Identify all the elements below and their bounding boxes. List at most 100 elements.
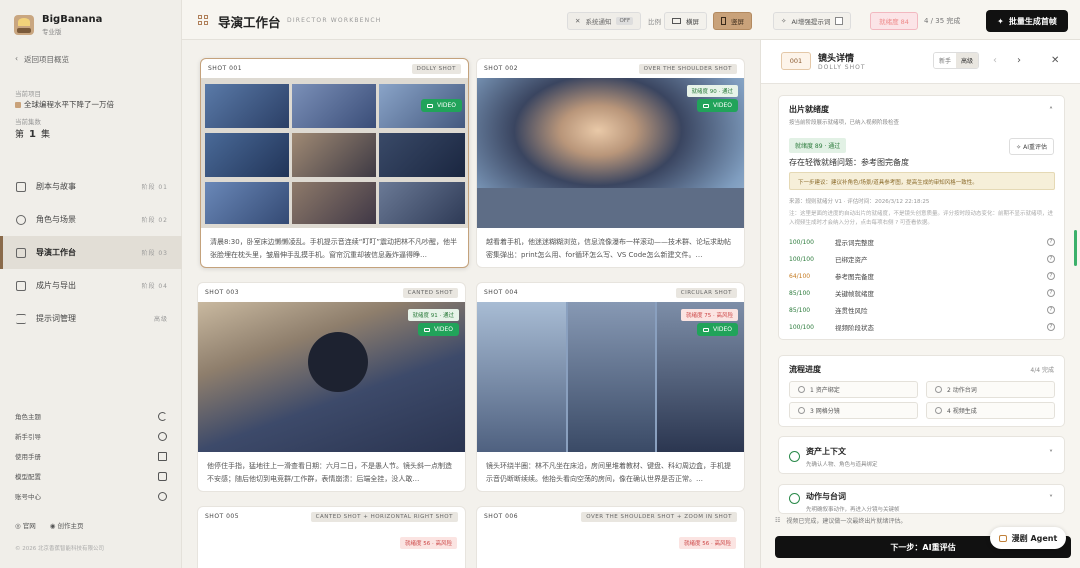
mode-simple-button[interactable]: 新手 [934, 53, 957, 68]
util-theme[interactable]: 角色主题 [15, 411, 167, 421]
shot-card[interactable]: SHOT 002 OVER THE SHOULDER SHOT 就绪度 90 · … [476, 58, 745, 268]
notice-state: OFF [616, 17, 634, 25]
nav-item-export[interactable]: 成片与导出 阶段 04 [0, 269, 182, 302]
episode-prefix: 第 [15, 130, 25, 140]
ai-enhance-toggle[interactable]: ✧ AI增强提示词 [773, 12, 852, 30]
video-badge[interactable]: VIDEO [420, 99, 462, 112]
help-icon[interactable]: ? [1047, 272, 1055, 280]
flow-step[interactable]: 2 动作台词 [926, 381, 1055, 398]
nav-item-director[interactable]: 导演工作台 阶段 03 [0, 236, 182, 269]
agent-button[interactable]: 漫剧 Agent [990, 527, 1066, 549]
shot-card[interactable]: SHOT 003 CANTED SHOT 就绪度 91 · 通过 VIDEO 他停… [197, 282, 466, 492]
util-account[interactable]: 账号中心 [15, 491, 167, 501]
page-title: 导演工作台 [218, 15, 281, 30]
video-badge[interactable]: VIDEO [417, 323, 459, 336]
prev-shot-icon[interactable]: ‹ [993, 55, 997, 66]
asset-context-title: 资产上下文 [806, 447, 846, 456]
util-label: 角色主题 [15, 413, 41, 421]
creator-home-link[interactable]: ◉ 创作主页 [50, 520, 84, 530]
chevron-down-icon[interactable]: ˅ [1049, 449, 1053, 458]
list-icon [16, 313, 26, 324]
readiness-badge: 就绪度 56 · 高风险 [679, 537, 736, 549]
shot-thumbnail-image[interactable]: 就绪度 75 · 高风险 VIDEO [477, 302, 744, 452]
readiness-note: 注：这里是面的进度的自动出片的就绪度，不是镜头创意质量。评分按时段动态变化：前期… [789, 211, 1054, 226]
back-to-overview-link[interactable]: ‹ 返回项目概览 [15, 54, 69, 65]
shot-tag: OVER THE SHOULDER SHOT [638, 63, 737, 74]
shot-thumbnail-image[interactable]: 就绪度 91 · 通过 VIDEO [198, 302, 465, 452]
panel-title: 镜头详情 [818, 54, 855, 64]
util-model-config[interactable]: 模型配置 [15, 471, 167, 481]
page-subtitle: DIRECTOR WORKBENCH [287, 17, 382, 24]
shot-thumbnail-image[interactable]: 就绪度 90 · 通过 VIDEO [477, 78, 744, 228]
next-shot-icon[interactable]: › [1017, 55, 1021, 66]
mode-advanced-button[interactable]: 高级 [956, 53, 979, 68]
ai-enhance-label: AI增强提示词 [791, 18, 831, 26]
sidebar-footer: ◎ 官网 ◉ 创作主页 [15, 520, 84, 530]
chevron-up-icon[interactable]: ˄ [1049, 106, 1053, 115]
grid-icon [198, 15, 208, 25]
portrait-button[interactable]: 竖屏 [713, 12, 752, 30]
action-dialogue-section[interactable]: 动作与台词 先明确叙事动作，再进入分镜与关键帧 ˅ [778, 484, 1065, 514]
util-label: 使用手册 [15, 453, 41, 461]
landscape-button[interactable]: 横屏 [664, 12, 707, 30]
util-manual[interactable]: 使用手册 [15, 451, 167, 461]
banana-logo-icon [14, 15, 34, 35]
flow-step[interactable]: 4 视频生成 [926, 402, 1055, 419]
help-icon[interactable]: ? [1047, 289, 1055, 297]
action-dialogue-subtitle: 先明确叙事动作，再进入分镜与关键帧 [806, 507, 900, 513]
score-label: 视频阶段状态 [835, 324, 874, 332]
shot-card[interactable]: SHOT 005 CANTED SHOT + HORIZONTAL RIGHT S… [197, 506, 466, 568]
chevron-down-icon[interactable]: ˅ [1049, 494, 1053, 503]
help-icon[interactable]: ? [1047, 323, 1055, 331]
video-badge[interactable]: VIDEO [696, 99, 738, 112]
score-value: 100/100 [789, 255, 814, 263]
ai-reevaluate-button[interactable]: ✧ AI重评估 [1009, 138, 1054, 155]
readiness-badge: 就绪度 91 · 通过 [407, 309, 459, 321]
asset-context-subtitle: 先确认人物、角色与道具绑定 [806, 462, 878, 468]
project-name-text: 全球编程水平下降了一万倍 [24, 100, 114, 109]
help-icon[interactable]: ? [1047, 255, 1055, 263]
readiness-section: 出片就绪度 按当前阶段展示就绪项，已纳入视频阶段检查 ˄ 就绪度 89 · 通过… [778, 95, 1065, 340]
nav-item-characters[interactable]: 角色与场景 阶段 02 [0, 203, 182, 236]
shot-detail-panel: 001 镜头详情 DOLLY SHOT 新手 高级 ‹ › ✕ 出片就绪度 按当… [760, 40, 1080, 568]
shot-card[interactable]: SHOT 004 CIRCULAR SHOT 就绪度 75 · 高风险 VIDEO… [476, 282, 745, 492]
system-notice-toggle[interactable]: ✕ 系统通知 OFF [567, 12, 642, 30]
score-value: 85/100 [789, 306, 811, 314]
shot-number: 001 [781, 52, 811, 70]
close-icon[interactable]: ✕ [1051, 55, 1059, 66]
nav-step: 阶段 01 [141, 184, 168, 191]
progress-count: 4 / 35 完成 [924, 17, 961, 25]
readiness-title: 出片就绪度 [789, 105, 829, 114]
check-circle-icon [935, 386, 942, 393]
score-value: 64/100 [789, 272, 811, 280]
ai-enhance-checkbox[interactable] [835, 17, 844, 25]
util-guide[interactable]: 新手引导 [15, 431, 167, 441]
shot-description: 他停住手指，猛地往上一滑查看日期：六月二日，不是愚人节。镜头斜一点制造不安感；随… [207, 462, 452, 483]
video-badge[interactable]: VIDEO [696, 323, 738, 336]
shot-card[interactable]: SHOT 001 DOLLY SHOT VIDEO 清晨8:30，卧室床边懒懒凌乱… [200, 58, 469, 268]
next-step-hint: 下一步建议：建议补角色/场景/道具参考图，提高生成的审知风格一致性。 [789, 172, 1055, 190]
landscape-label: 横屏 [686, 18, 699, 26]
shot-tag: DOLLY SHOT [411, 63, 461, 74]
agent-label: 漫剧 Agent [1011, 533, 1058, 543]
score-value: 100/100 [789, 323, 814, 331]
project-name[interactable]: 全球编程水平下降了一万倍 [15, 99, 114, 110]
info-icon: ☷ [775, 517, 781, 524]
flow-step[interactable]: 3 网格分镜 [789, 402, 918, 419]
panel-scrollbar[interactable] [1074, 230, 1077, 266]
nav-item-script[interactable]: 剧本与故事 阶段 01 [0, 170, 182, 203]
storyboard-grid-image[interactable]: VIDEO [201, 78, 468, 228]
flow-step[interactable]: 1 资产绑定 [789, 381, 918, 398]
help-icon[interactable]: ? [1047, 238, 1055, 246]
batch-generate-button[interactable]: ✦ 批量生成首帧 [986, 10, 1068, 32]
official-site-link[interactable]: ◎ 官网 [15, 520, 36, 530]
asset-context-section[interactable]: 资产上下文 先确认人物、角色与道具绑定 ˅ [778, 436, 1065, 474]
shot-id: SHOT 006 [484, 513, 519, 520]
brand[interactable]: BigBanana 专业版 [14, 14, 102, 36]
shot-card[interactable]: SHOT 006 OVER THE SHOULDER SHOT + ZOOM IN… [476, 506, 745, 568]
nav-item-prompts[interactable]: 提示词管理 高级 [0, 302, 182, 335]
episode-indicator: 第 1 集 [15, 127, 50, 140]
help-icon[interactable]: ? [1047, 306, 1055, 314]
nav-label: 角色与场景 [36, 215, 76, 224]
util-label: 账号中心 [15, 493, 41, 501]
